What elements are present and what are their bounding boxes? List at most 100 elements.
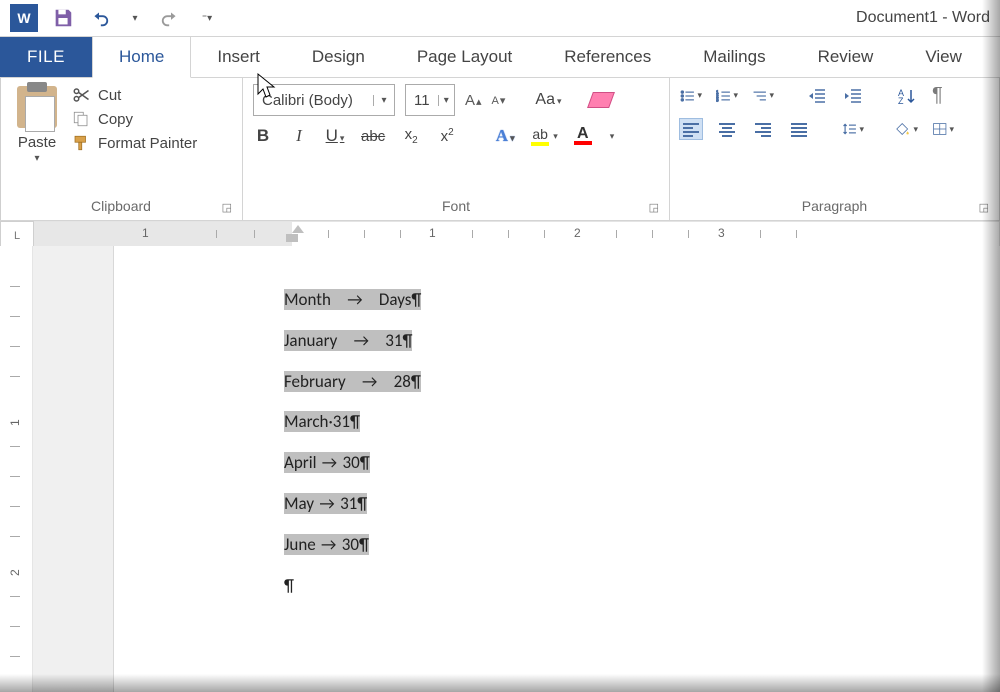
title-bar: W ▾ ⁼▾ Document1 - Word <box>0 0 1000 37</box>
app-abbrev: W <box>17 10 30 26</box>
tab-view[interactable]: View <box>899 37 988 77</box>
underline-letter: U <box>326 126 338 145</box>
text-effects-button[interactable]: A▾ <box>495 126 515 146</box>
tab-references[interactable]: References <box>538 37 677 77</box>
document-title: Document1 - Word <box>856 9 990 27</box>
multilevel-list-button[interactable]: ▾ <box>752 86 774 106</box>
text-line[interactable]: June→30¶ <box>284 525 960 566</box>
grow-font-button[interactable]: A▴ <box>465 92 482 109</box>
horizontal-ruler[interactable]: 1 1 2 3 <box>34 221 1000 249</box>
tab-home[interactable]: Home <box>92 36 191 78</box>
ruler-num-left-1: 1 <box>142 226 149 240</box>
tab-mailings[interactable]: Mailings <box>677 37 791 77</box>
copy-icon <box>72 110 90 128</box>
text-line[interactable]: Month→Days¶ <box>284 280 960 321</box>
shading-button[interactable]: ▾ <box>896 119 918 139</box>
text-line[interactable]: April→30¶ <box>284 443 960 484</box>
save-icon[interactable] <box>52 7 74 29</box>
align-center-button[interactable] <box>716 119 738 139</box>
group-clipboard: Paste ▾ Cut Copy Format Painter <box>0 78 243 220</box>
tab-insert[interactable]: Insert <box>191 37 286 77</box>
format-painter-button[interactable]: Format Painter <box>72 134 197 152</box>
ruler-num-2: 2 <box>574 226 581 240</box>
group-paragraph: ▾ 123▾ ▾ AZ ¶ <box>670 78 1000 220</box>
clipboard-group-label: Clipboard <box>91 198 151 214</box>
font-group-label: Font <box>442 198 470 214</box>
highlight-label: ab <box>532 126 548 142</box>
line-spacing-button[interactable]: ▾ <box>842 119 864 139</box>
paste-caret-icon[interactable]: ▾ <box>34 153 39 164</box>
highlight-swatch <box>531 142 549 146</box>
word-app-icon: W <box>10 4 38 32</box>
vruler-num-2: 2 <box>8 569 22 576</box>
shrink-font-button[interactable]: A▾ <box>492 94 506 107</box>
tab-design[interactable]: Design <box>286 37 391 77</box>
font-size-value: 11 <box>406 92 438 109</box>
strikethrough-button[interactable]: abc <box>361 128 385 145</box>
vertical-ruler[interactable]: 1 2 <box>0 246 33 692</box>
increase-indent-button[interactable] <box>842 86 864 106</box>
font-color-letter: A <box>577 127 589 141</box>
highlight-button[interactable]: ab ▾ <box>531 126 558 146</box>
bullets-button[interactable]: ▾ <box>680 86 702 106</box>
justify-button[interactable] <box>788 119 810 139</box>
fx-letter: A <box>496 126 508 145</box>
sub-s: 2 <box>412 135 418 146</box>
text-line[interactable]: February→28¶ <box>284 362 960 403</box>
superscript-button[interactable]: x2 <box>437 127 457 145</box>
align-right-button[interactable] <box>752 119 774 139</box>
underline-button[interactable]: U▾ <box>325 126 345 146</box>
clear-formatting-button[interactable] <box>587 92 615 108</box>
scissors-icon <box>72 86 90 104</box>
document-content[interactable]: Month→Days¶January→31¶February→28¶March·… <box>284 280 960 606</box>
tab-page-layout[interactable]: Page Layout <box>391 37 538 77</box>
text-line[interactable]: March·31¶ <box>284 402 960 443</box>
font-launcher-icon[interactable]: ◲ <box>649 201 659 214</box>
ribbon-tab-row: FILE Home Insert Design Page Layout Refe… <box>0 37 1000 78</box>
undo-caret-icon[interactable]: ▾ <box>124 7 146 29</box>
show-hide-button[interactable]: ¶ <box>932 84 943 107</box>
italic-button[interactable]: I <box>289 126 309 146</box>
paragraph-group-label: Paragraph <box>802 198 867 214</box>
undo-icon[interactable] <box>88 7 110 29</box>
format-painter-label: Format Painter <box>98 135 197 152</box>
paste-button[interactable]: Paste ▾ <box>10 84 64 164</box>
redo-icon[interactable] <box>160 7 182 29</box>
clipboard-launcher-icon[interactable]: ◲ <box>222 201 232 214</box>
font-color-button[interactable]: A <box>574 127 592 145</box>
font-size-combo[interactable]: 11 ▾ <box>405 84 455 116</box>
svg-text:3: 3 <box>716 97 719 102</box>
sort-button[interactable]: AZ <box>896 86 918 106</box>
copy-button[interactable]: Copy <box>72 110 197 128</box>
subscript-button[interactable]: x2 <box>401 126 421 146</box>
numbering-button[interactable]: 123▾ <box>716 86 738 106</box>
decrease-indent-button[interactable] <box>806 86 828 106</box>
tab-file[interactable]: FILE <box>0 37 92 77</box>
paste-icon <box>17 86 57 128</box>
change-case-button[interactable]: Aa▾ <box>535 91 561 109</box>
cut-button[interactable]: Cut <box>72 86 197 104</box>
font-size-caret-icon[interactable]: ▾ <box>438 95 454 106</box>
grow-font-letter: A <box>465 92 475 109</box>
ruler-num-3: 3 <box>718 226 725 240</box>
page-viewport[interactable]: Month→Days¶January→31¶February→28¶March·… <box>33 246 1000 692</box>
sup-s: 2 <box>448 127 454 138</box>
font-name-combo[interactable]: Calibri (Body) ▾ <box>253 84 395 116</box>
text-line[interactable]: May→31¶ <box>284 484 960 525</box>
font-color-caret-icon[interactable]: ▾ <box>610 131 615 142</box>
align-left-button[interactable] <box>680 119 702 139</box>
end-paragraph[interactable]: ¶ <box>284 566 960 607</box>
svg-text:Z: Z <box>898 96 904 105</box>
document-area: 1 2 Month→Days¶January→31¶February→28¶Ma… <box>0 246 1000 692</box>
brush-icon <box>72 134 90 152</box>
qat-customize-icon[interactable]: ⁼▾ <box>196 7 218 29</box>
copy-label: Copy <box>98 111 133 128</box>
bold-button[interactable]: B <box>253 126 273 146</box>
font-name-caret-icon[interactable]: ▾ <box>373 95 394 106</box>
tab-review[interactable]: Review <box>792 37 900 77</box>
font-color-swatch <box>574 141 592 145</box>
paragraph-launcher-icon[interactable]: ◲ <box>979 201 989 214</box>
shrink-font-letter: A <box>492 95 499 107</box>
text-line[interactable]: January→31¶ <box>284 321 960 362</box>
borders-button[interactable]: ▾ <box>932 119 954 139</box>
